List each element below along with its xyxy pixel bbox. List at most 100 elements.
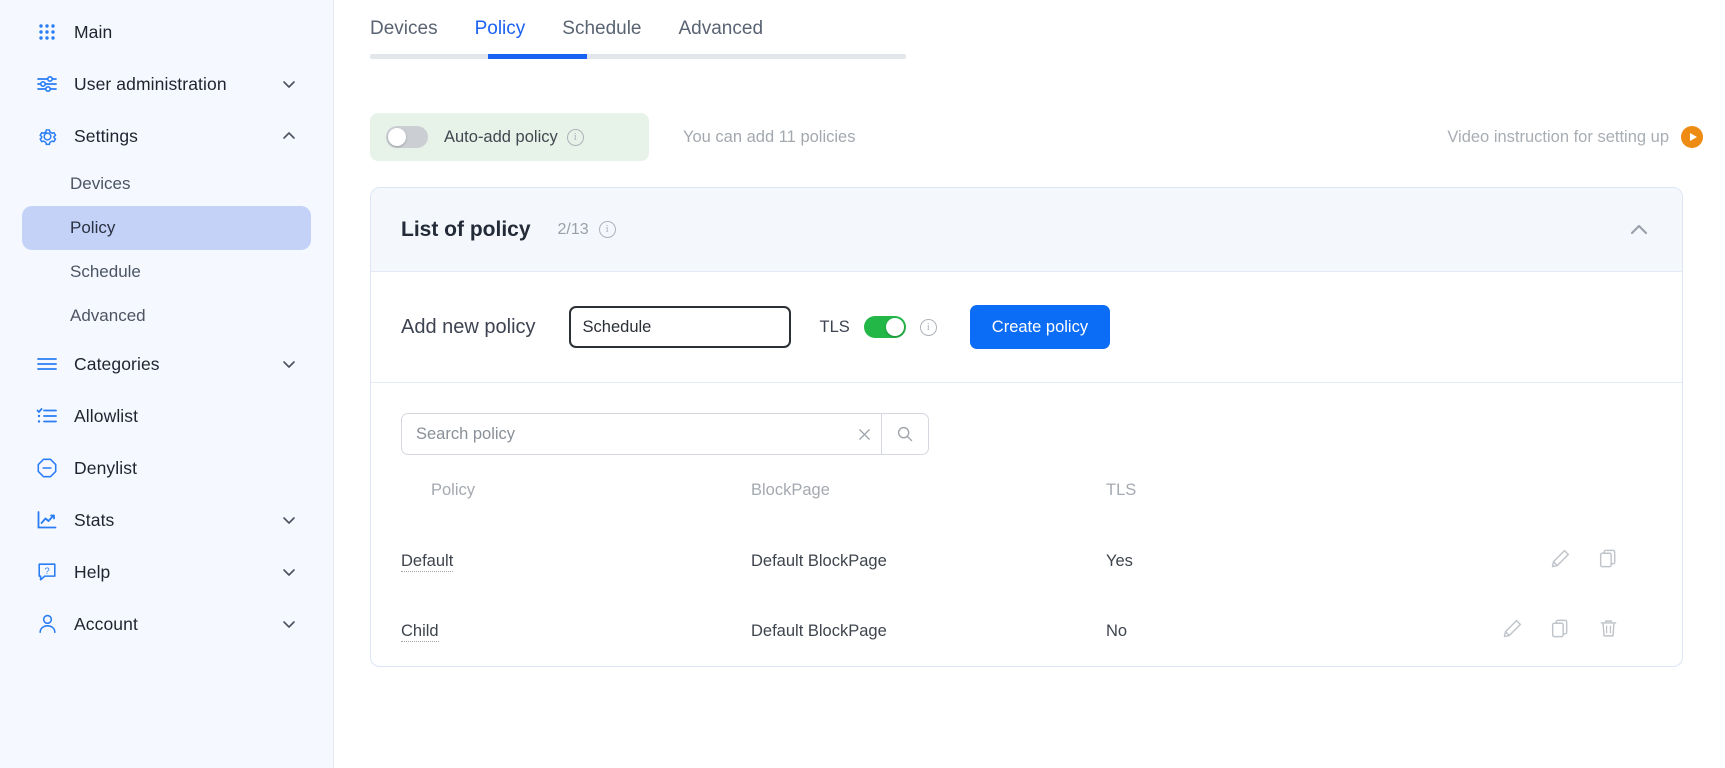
create-policy-button[interactable]: Create policy [969, 305, 1111, 349]
tab-devices[interactable]: Devices [370, 12, 438, 54]
sidebar-item-main[interactable]: Main [22, 6, 311, 58]
grid-dots-icon [34, 19, 60, 45]
sidebar-item-categories[interactable]: Categories [22, 338, 311, 390]
sidebar-item-label: Devices [70, 174, 131, 193]
question-bubble-icon: ? [34, 559, 60, 585]
sidebar-item-label: Allowlist [74, 405, 139, 426]
sidebar-item-label: Schedule [70, 262, 141, 281]
sidebar-item-label: Stats [74, 509, 115, 530]
edit-icon[interactable] [1550, 548, 1572, 570]
blockpage-cell: Default BlockPage [751, 551, 887, 570]
chevron-down-icon[interactable] [281, 512, 297, 528]
gear-icon [34, 123, 60, 149]
tls-toggle[interactable] [863, 316, 906, 338]
sidebar-item-label: Categories [74, 353, 160, 374]
policy-search-zone: Policy BlockPage TLS Default Default Blo… [371, 383, 1682, 666]
copy-icon[interactable] [1598, 548, 1620, 570]
trash-icon[interactable] [1598, 618, 1620, 640]
tab-schedule[interactable]: Schedule [562, 12, 641, 54]
app-root: Main User administration Settings Device… [0, 0, 1725, 768]
card-title: List of policy [401, 217, 531, 241]
tab-bar: Devices Policy Schedule Advanced [370, 0, 906, 59]
chevron-down-icon[interactable] [281, 356, 297, 372]
search-policy-input[interactable] [402, 414, 847, 454]
info-icon[interactable]: i [919, 318, 937, 336]
sidebar-item-schedule[interactable]: Schedule [22, 250, 311, 294]
video-instruction-link[interactable]: Video instruction for setting up [1447, 126, 1703, 148]
sidebar-item-help[interactable]: ? Help [22, 546, 311, 598]
policy-search-box [401, 413, 929, 455]
sidebar-item-label: Main [74, 21, 113, 42]
tab-list: Devices Policy Schedule Advanced [370, 12, 906, 54]
policy-toolbar: Auto-add policy i You can add 11 policie… [334, 113, 1725, 161]
sidebar-item-account[interactable]: Account [22, 598, 311, 650]
minus-octagon-icon [34, 455, 60, 481]
add-new-policy-row: Add new policy TLS i Create policy [371, 272, 1682, 383]
column-header-actions [1466, 473, 1652, 526]
sidebar-item-label: Denylist [74, 457, 138, 478]
sidebar-item-label: Account [74, 613, 138, 634]
sidebar-item-label: Help [74, 561, 111, 582]
search-icon[interactable] [881, 414, 928, 454]
tab-advanced[interactable]: Advanced [679, 12, 764, 54]
policy-quota-text: You can add 11 policies [683, 127, 856, 146]
policy-name-input[interactable] [568, 306, 791, 348]
video-instruction-label: Video instruction for setting up [1447, 127, 1669, 146]
main-content: Devices Policy Schedule Advanced Auto-ad… [334, 0, 1725, 768]
tab-label: Schedule [562, 18, 642, 39]
sidebar: Main User administration Settings Device… [0, 0, 334, 768]
policy-table-head: Policy BlockPage TLS [401, 473, 1652, 526]
tab-label: Devices [370, 18, 438, 39]
user-icon [34, 611, 60, 637]
card-header: List of policy 2/13 i [371, 188, 1682, 272]
tab-indicator-track [370, 54, 906, 59]
toggle-knob [388, 128, 406, 146]
info-icon[interactable]: i [566, 128, 584, 146]
sidebar-item-label: Settings [74, 125, 139, 146]
table-row: Child Default BlockPage No [401, 596, 1652, 666]
sidebar-item-policy[interactable]: Policy [22, 206, 311, 250]
toggle-knob [885, 318, 904, 336]
sidebar-item-label: User administration [74, 73, 227, 94]
copy-icon[interactable] [1550, 618, 1572, 640]
tab-policy[interactable]: Policy [475, 12, 526, 54]
tab-label: Policy [474, 18, 526, 39]
tls-cell: No [1106, 621, 1128, 640]
policy-name-cell[interactable]: Child [401, 621, 439, 642]
auto-add-policy-toggle[interactable] [386, 126, 428, 148]
play-circle-icon[interactable] [1681, 126, 1703, 148]
sidebar-item-denylist[interactable]: Denylist [22, 442, 311, 494]
auto-add-policy-group: Auto-add policy i [370, 113, 649, 161]
table-header-row: Policy BlockPage TLS [401, 473, 1652, 526]
list-icon [34, 351, 60, 377]
tls-cell: Yes [1106, 551, 1133, 570]
column-header-tls: TLS [1106, 481, 1137, 499]
sidebar-item-settings[interactable]: Settings [22, 110, 311, 162]
row-actions [1466, 596, 1652, 666]
chevron-down-icon[interactable] [281, 616, 297, 632]
policy-name-cell[interactable]: Default [401, 551, 454, 572]
sidebar-item-stats[interactable]: Stats [22, 494, 311, 546]
chevron-up-icon[interactable] [281, 128, 297, 144]
sidebar-item-advanced[interactable]: Advanced [22, 294, 311, 338]
sliders-icon [34, 71, 60, 97]
sidebar-item-label: Advanced [70, 306, 146, 325]
collapse-card-button[interactable] [1622, 213, 1656, 247]
sidebar-item-user-administration[interactable]: User administration [22, 58, 311, 110]
sidebar-item-devices[interactable]: Devices [22, 162, 311, 206]
chevron-down-icon[interactable] [281, 76, 297, 92]
policy-table: Policy BlockPage TLS Default Default Blo… [401, 473, 1652, 666]
sidebar-item-label: Policy [70, 218, 116, 237]
info-icon[interactable]: i [598, 221, 616, 238]
list-of-policy-card: List of policy 2/13 i Add new policy TLS… [370, 187, 1683, 667]
chart-line-icon [34, 507, 60, 533]
sidebar-item-allowlist[interactable]: Allowlist [22, 390, 311, 442]
add-new-policy-label: Add new policy [401, 315, 536, 338]
policy-table-body: Default Default BlockPage Yes Child Defa… [401, 526, 1652, 666]
column-header-blockpage: BlockPage [751, 481, 830, 499]
column-header-policy: Policy [431, 481, 476, 499]
chevron-down-icon[interactable] [281, 564, 297, 580]
close-icon[interactable] [847, 414, 881, 454]
tls-label: TLS [819, 317, 850, 336]
edit-icon[interactable] [1502, 618, 1524, 640]
